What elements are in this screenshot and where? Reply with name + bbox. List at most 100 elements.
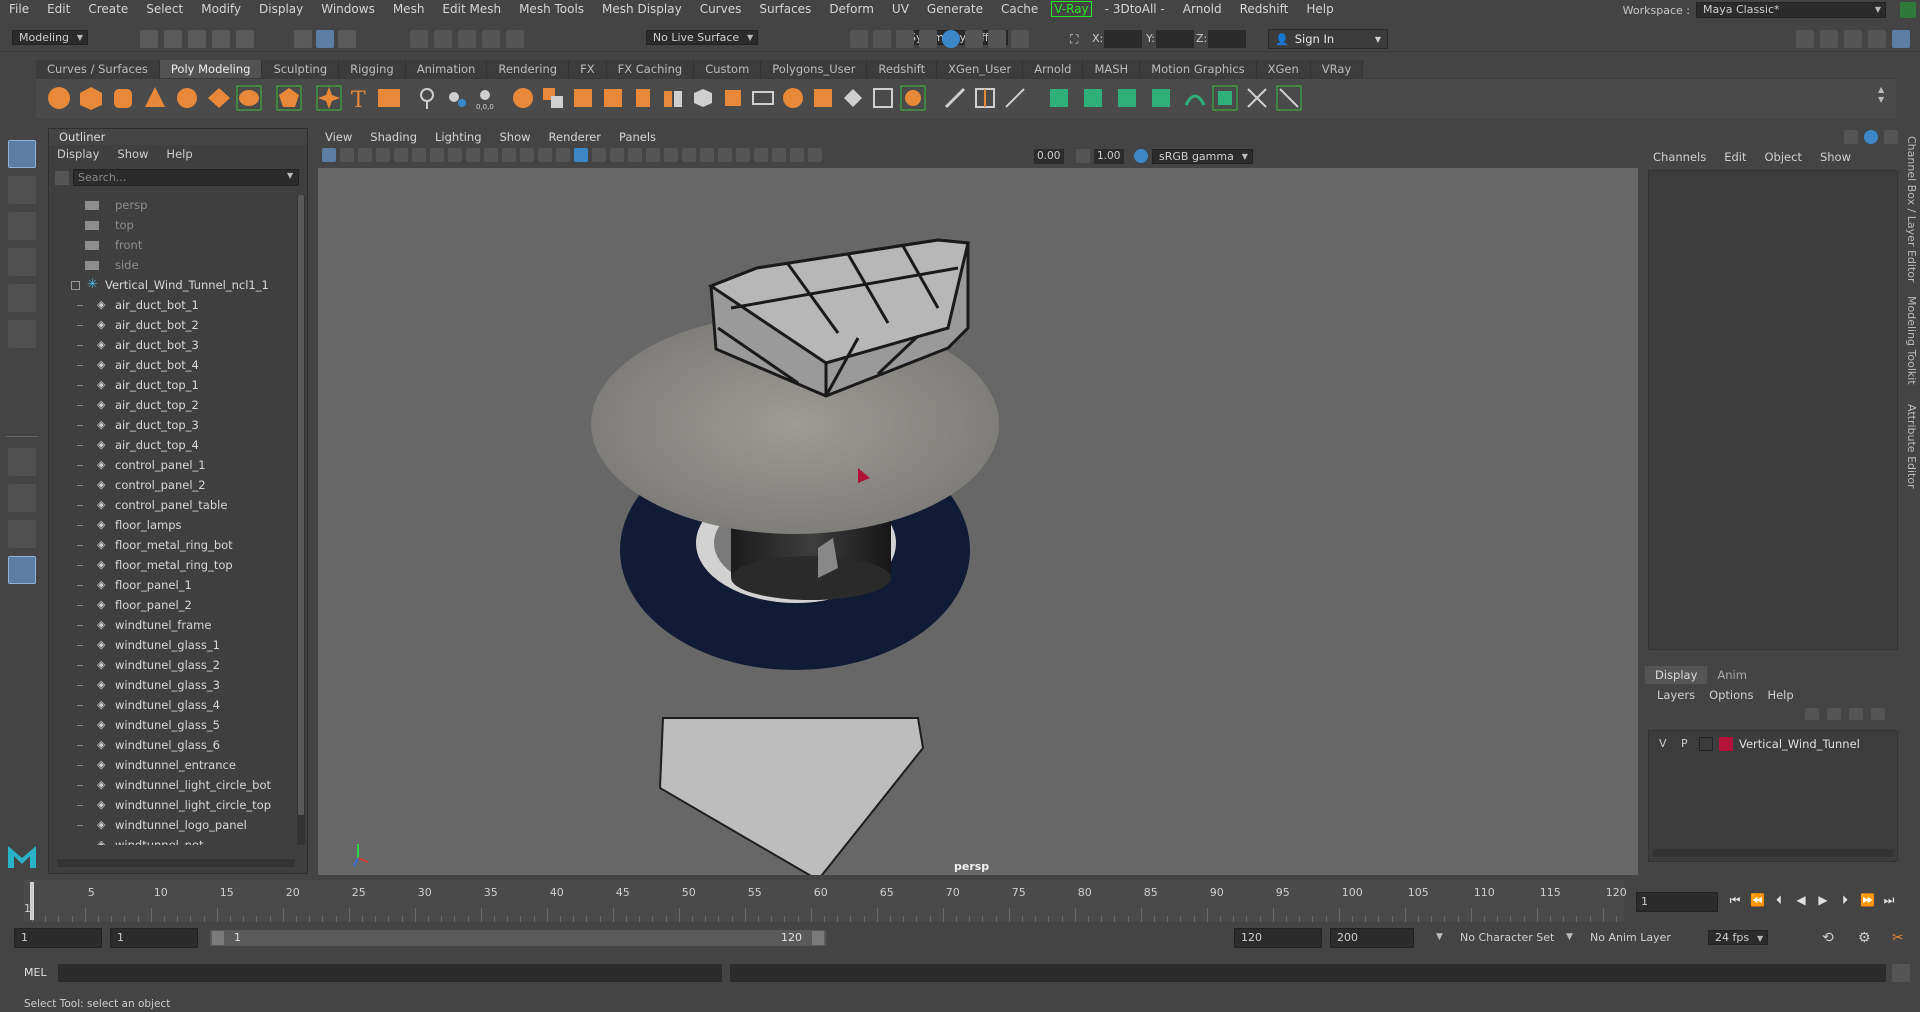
command-input[interactable] bbox=[58, 964, 722, 982]
image-plane-icon[interactable] bbox=[376, 148, 390, 162]
menu-3dtoall[interactable]: - 3DtoAll - bbox=[1096, 2, 1174, 16]
merge-icon[interactable] bbox=[840, 85, 866, 111]
combine-icon[interactable] bbox=[444, 85, 470, 111]
spherical-map-icon[interactable] bbox=[1148, 85, 1174, 111]
layer-type-toggle[interactable] bbox=[1699, 737, 1713, 751]
shelf-tab-fx-caching[interactable]: FX Caching bbox=[606, 60, 695, 78]
fill-hole-icon[interactable] bbox=[810, 85, 836, 111]
lasso-tool-icon[interactable] bbox=[8, 176, 36, 204]
snap-point-icon[interactable] bbox=[458, 30, 476, 48]
outliner-menu-show[interactable]: Show bbox=[117, 145, 148, 163]
range-end-handle[interactable] bbox=[812, 931, 824, 945]
outliner-item-row[interactable]: ◈ floor_metal_ring_top bbox=[49, 555, 297, 575]
outliner-item-row[interactable]: ◈ floor_metal_ring_bot bbox=[49, 535, 297, 555]
rotate-tool-icon[interactable] bbox=[8, 284, 36, 312]
playback-end-field[interactable]: 120 bbox=[1234, 928, 1322, 948]
cut-uv-icon[interactable] bbox=[1244, 85, 1270, 111]
poly-torus-icon[interactable] bbox=[174, 85, 200, 111]
animation-start-field[interactable]: 1 bbox=[14, 928, 102, 948]
live-surface-dropdown[interactable]: No Live Surface bbox=[645, 30, 759, 45]
scale-tool-icon[interactable] bbox=[8, 320, 36, 348]
search-options-chevron-icon[interactable]: ▼ bbox=[287, 171, 293, 180]
outliner-item-row[interactable]: ◈ air_duct_bot_3 bbox=[49, 335, 297, 355]
color-space-dropdown[interactable]: sRGB gamma bbox=[1152, 149, 1253, 164]
sign-in-button[interactable]: 👤 Sign In ▼ bbox=[1268, 29, 1388, 49]
new-layer-icon[interactable] bbox=[1849, 708, 1863, 720]
move-layer-down-icon[interactable] bbox=[1827, 708, 1841, 720]
menu-help[interactable]: Help bbox=[1297, 2, 1342, 16]
playback-prefs-icon[interactable]: ⚙ bbox=[1858, 930, 1871, 946]
anim-layer-chevron-icon[interactable]: ▼ bbox=[1566, 932, 1573, 942]
cylindrical-map-icon[interactable] bbox=[1114, 85, 1140, 111]
shelf-tab-arnold[interactable]: Arnold bbox=[1023, 60, 1084, 78]
mirror-icon[interactable] bbox=[630, 85, 656, 111]
make-live-icon[interactable] bbox=[506, 30, 524, 48]
menu-cache[interactable]: Cache bbox=[992, 2, 1047, 16]
layer-playback-toggle[interactable]: P bbox=[1681, 737, 1688, 750]
outliner-camera-row[interactable]: front bbox=[49, 235, 297, 255]
light-editor-icon[interactable] bbox=[988, 30, 1006, 48]
outliner-item-row[interactable]: ◈ windtunnel_entrance bbox=[49, 755, 297, 775]
outliner-item-row[interactable]: ◈ windtunel_frame bbox=[49, 615, 297, 635]
safe-title-icon[interactable] bbox=[538, 148, 552, 162]
target-weld-icon[interactable] bbox=[900, 85, 926, 111]
textured-icon[interactable] bbox=[610, 148, 624, 162]
pause-icon[interactable] bbox=[1011, 30, 1029, 48]
sculpt-icon[interactable] bbox=[414, 85, 440, 111]
character-controls-icon[interactable] bbox=[1820, 30, 1838, 48]
select-tool-icon[interactable] bbox=[8, 140, 36, 168]
shadows-icon[interactable] bbox=[646, 148, 660, 162]
offset-edge-loop-icon[interactable] bbox=[1002, 85, 1028, 111]
channels-menu-channels[interactable]: Channels bbox=[1653, 148, 1706, 166]
paint-select-tool-icon[interactable] bbox=[8, 212, 36, 240]
current-frame-field[interactable]: 1 bbox=[1636, 892, 1718, 912]
grid-icon[interactable] bbox=[430, 148, 444, 162]
outliner-item-row[interactable]: ◈ windtunel_glass_5 bbox=[49, 715, 297, 735]
step-back-frame-icon[interactable]: ⏴ bbox=[1772, 893, 1786, 907]
film-gate-icon[interactable] bbox=[448, 148, 462, 162]
outliner-item-row[interactable]: ◈ windtunnel_net bbox=[49, 835, 297, 845]
snap-grid-icon[interactable] bbox=[410, 30, 428, 48]
smooth-shade-icon[interactable] bbox=[574, 148, 588, 162]
append-polygon-icon[interactable] bbox=[780, 85, 806, 111]
go-to-end-icon[interactable]: ⏭ bbox=[1882, 893, 1896, 907]
modeling-toolkit-icon[interactable] bbox=[1796, 30, 1814, 48]
menu-surfaces[interactable]: Surfaces bbox=[750, 2, 820, 16]
layer-name[interactable]: Vertical_Wind_Tunnel bbox=[1739, 737, 1860, 751]
z-field[interactable] bbox=[1208, 30, 1246, 48]
menu-modify[interactable]: Modify bbox=[192, 2, 250, 16]
menu-redshift[interactable]: Redshift bbox=[1231, 2, 1298, 16]
script-editor-icon[interactable] bbox=[1892, 964, 1910, 982]
auto-key-icon[interactable]: ✂ bbox=[1892, 930, 1904, 946]
menu-mesh-tools[interactable]: Mesh Tools bbox=[510, 2, 593, 16]
x-field[interactable] bbox=[1104, 30, 1142, 48]
shelf-tab-mash[interactable]: MASH bbox=[1083, 60, 1141, 78]
channel-key-icon[interactable] bbox=[1864, 130, 1878, 144]
vp-menu-lighting[interactable]: Lighting bbox=[426, 128, 490, 146]
outliner-item-row[interactable]: ◈ air_duct_bot_2 bbox=[49, 315, 297, 335]
platonic-solid-icon[interactable] bbox=[276, 85, 302, 111]
outliner-item-row[interactable]: ◈ control_panel_2 bbox=[49, 475, 297, 495]
move-tool-icon[interactable] bbox=[8, 248, 36, 276]
poly-cylinder-icon[interactable] bbox=[110, 85, 136, 111]
channel-expand-icon[interactable] bbox=[1884, 130, 1898, 144]
insert-edge-loop-icon[interactable] bbox=[972, 85, 998, 111]
outliner-menu-help[interactable]: Help bbox=[166, 145, 192, 163]
tab-channel-box-layer-editor[interactable]: Channel Box / Layer Editor bbox=[1905, 136, 1918, 283]
menu-file[interactable]: File bbox=[0, 2, 38, 16]
wireframe-icon[interactable] bbox=[556, 148, 570, 162]
range-slider-bar[interactable]: 1 120 bbox=[210, 930, 826, 946]
layer-color-swatch[interactable] bbox=[1719, 737, 1733, 751]
collapse-toggle-icon[interactable] bbox=[71, 281, 80, 290]
outliner-item-row[interactable]: ◈ windtunel_glass_3 bbox=[49, 675, 297, 695]
2d-pan-zoom-icon[interactable] bbox=[394, 148, 408, 162]
snap-curve-icon[interactable] bbox=[434, 30, 452, 48]
tool-settings-icon[interactable] bbox=[1868, 30, 1886, 48]
layers-menu-help[interactable]: Help bbox=[1767, 686, 1793, 704]
shelf-tab-xgen[interactable]: XGen bbox=[1256, 60, 1311, 78]
xray-icon[interactable] bbox=[754, 148, 768, 162]
outliner-camera-row[interactable]: persp bbox=[49, 195, 297, 215]
save-scene-icon[interactable] bbox=[188, 30, 206, 48]
layer-row[interactable]: V P Vertical_Wind_Tunnel bbox=[1649, 735, 1897, 753]
persp-outliner-layout-icon[interactable] bbox=[8, 520, 36, 548]
